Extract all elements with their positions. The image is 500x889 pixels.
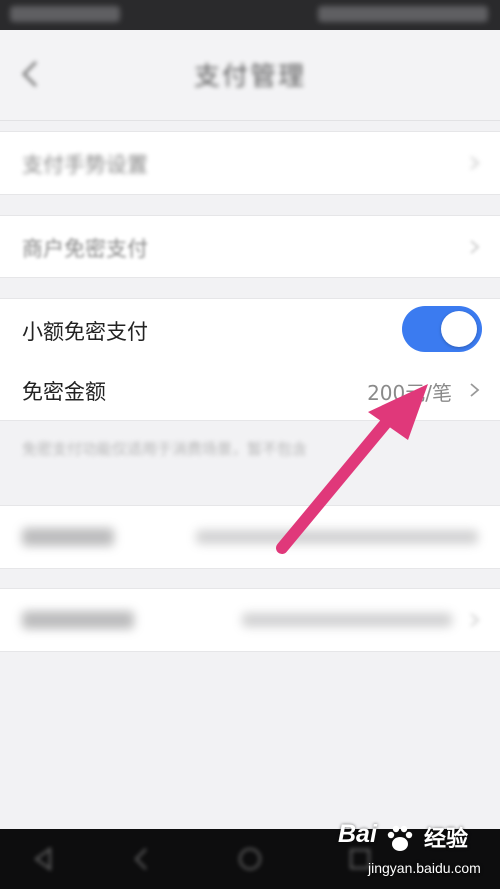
status-bar: [0, 0, 500, 30]
small-nopwd-toggle[interactable]: [402, 306, 482, 352]
watermark-logo: Bai: [338, 820, 377, 848]
row-deduct-order[interactable]: [0, 505, 500, 569]
watermark-brand: 经验: [424, 827, 469, 852]
chevron-right-icon: [470, 613, 480, 627]
chevron-right-icon: [470, 156, 480, 170]
home-icon[interactable]: [236, 845, 264, 873]
watermark-url: jingyan.baidu.com: [368, 860, 481, 876]
back-nav-icon[interactable]: [128, 845, 156, 873]
paw-icon: [387, 825, 413, 851]
row-label: 支付手势设置: [22, 153, 148, 177]
row-label: 免密金额: [22, 380, 106, 404]
toggle-knob: [441, 311, 477, 347]
page-title: 支付管理: [193, 62, 306, 92]
row-auto-renew[interactable]: [0, 588, 500, 652]
row-small-nopwd: 小额免密支付: [0, 298, 500, 361]
row-label-blurred: [22, 611, 134, 629]
nopwd-note: 免密支付功能仅适用于消费场景，暂不包含: [22, 440, 308, 458]
row-nopwd-amount[interactable]: 免密金额 200元/笔: [0, 359, 500, 421]
row-payment-settings[interactable]: 支付手势设置: [0, 131, 500, 195]
chevron-right-icon: [470, 383, 480, 397]
row-label-blurred: [22, 528, 114, 546]
row-value-blurred: [196, 530, 478, 544]
status-right: [318, 6, 488, 22]
chevron-right-icon: [470, 240, 480, 254]
row-merchant-nopwd[interactable]: 商户免密支付: [0, 215, 500, 278]
row-label: 商户免密支付: [22, 237, 148, 261]
back-triangle-icon[interactable]: [30, 845, 58, 873]
row-value-blurred: [242, 613, 452, 627]
nav-bar: 支付管理: [0, 30, 500, 121]
row-label: 小额免密支付: [22, 320, 148, 344]
baidu-watermark: Bai 经验 jingyan.baidu.com: [338, 820, 488, 886]
amount-value: 200元/笔: [367, 381, 452, 405]
status-left: [10, 6, 120, 22]
